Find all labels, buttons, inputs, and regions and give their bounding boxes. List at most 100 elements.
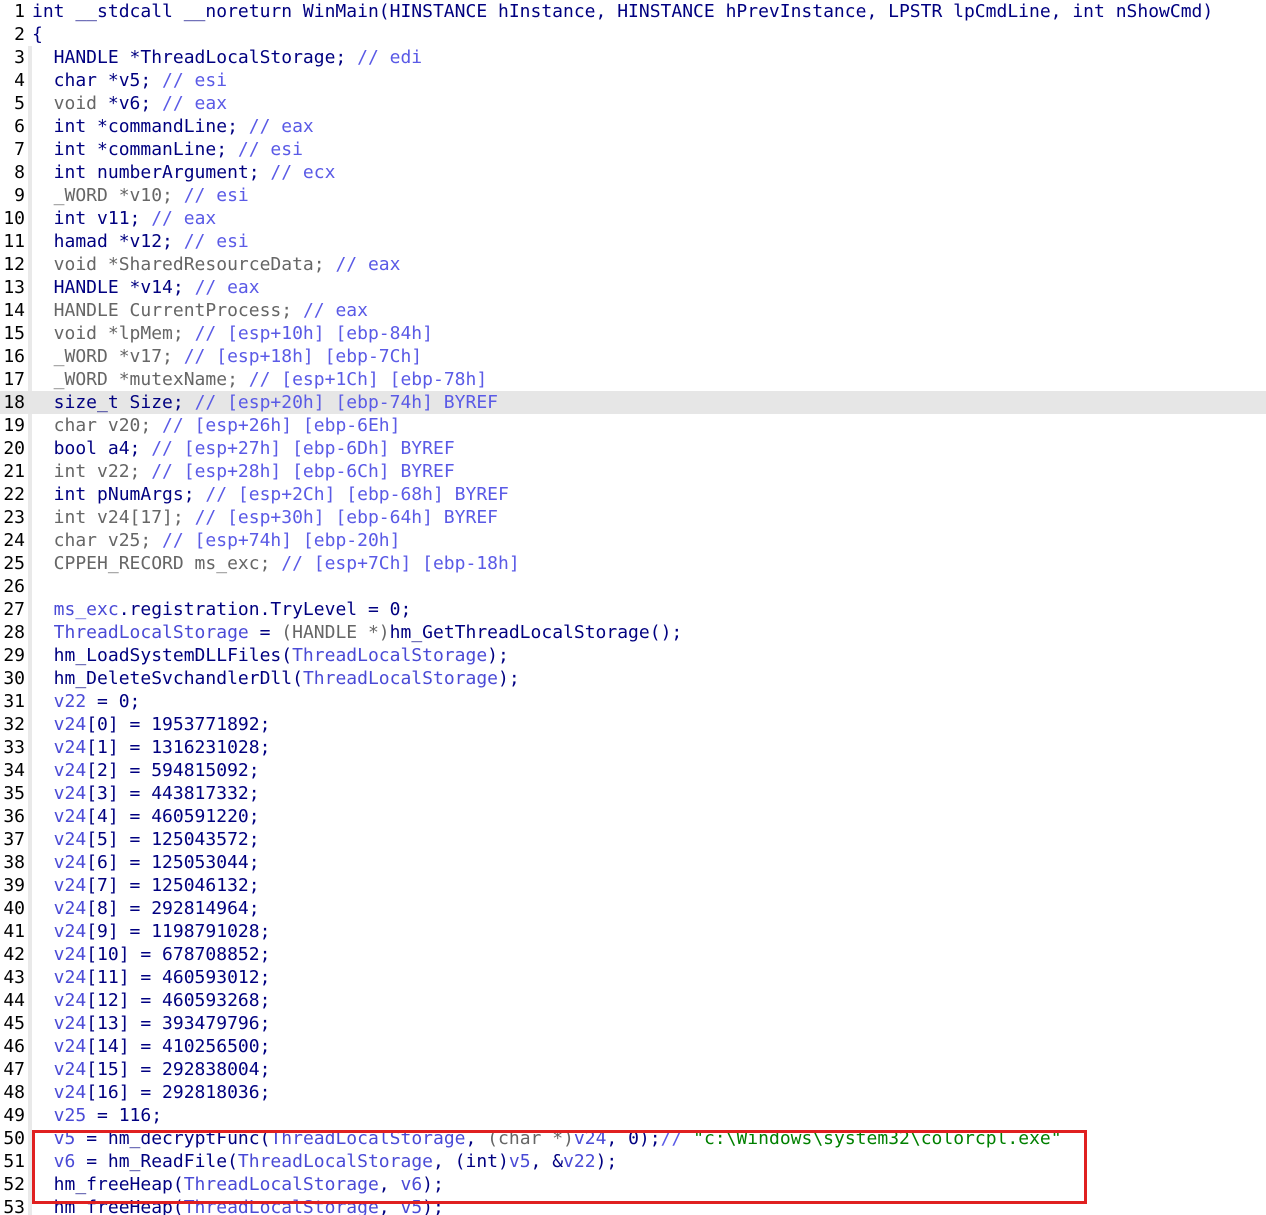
code-token: _WORD *v10;: [32, 185, 184, 206]
code-line[interactable]: 25 CPPEH_RECORD ms_exc; // [esp+7Ch] [eb…: [0, 552, 1266, 575]
code-line[interactable]: 49 v25 = 116;: [0, 1104, 1266, 1127]
code-line[interactable]: 40 v24[8] = 292814964;: [0, 897, 1266, 920]
line-number: 22: [3, 484, 25, 505]
code-text: {: [32, 23, 43, 46]
code-token: HANDLE *v14;: [32, 277, 195, 298]
code-token: v24: [32, 737, 87, 758]
line-number: 8: [14, 162, 25, 183]
code-token: [1] = 1316231028;: [86, 737, 271, 758]
code-line[interactable]: 17 _WORD *mutexName; // [esp+1Ch] [ebp-7…: [0, 368, 1266, 391]
code-line[interactable]: 13 HANDLE *v14; // eax: [0, 276, 1266, 299]
code-line[interactable]: 27 ms_exc.registration.TryLevel = 0;: [0, 598, 1266, 621]
code-line[interactable]: 8 int numberArgument; // ecx: [0, 161, 1266, 184]
code-token: int v11;: [32, 208, 152, 229]
code-token: // [esp+2Ch] [ebp-68h] BYREF: [205, 484, 509, 505]
code-line[interactable]: 12 void *SharedResourceData; // eax: [0, 253, 1266, 276]
code-token: [13] = 393479796;: [86, 1013, 271, 1034]
code-line[interactable]: 14 HANDLE CurrentProcess; // eax: [0, 299, 1266, 322]
line-number: 50: [3, 1128, 25, 1149]
code-token: [7] = 125046132;: [86, 875, 260, 896]
code-line[interactable]: 38 v24[6] = 125053044;: [0, 851, 1266, 874]
code-line[interactable]: 45 v24[13] = 393479796;: [0, 1012, 1266, 1035]
code-token: // eax: [151, 208, 217, 229]
code-token: _WORD *v17;: [32, 346, 184, 367]
line-number: 17: [3, 369, 25, 390]
code-line[interactable]: 20 bool a4; // [esp+27h] [ebp-6Dh] BYREF: [0, 437, 1266, 460]
code-line[interactable]: 18 size_t Size; // [esp+20h] [ebp-74h] B…: [0, 391, 1266, 414]
code-line[interactable]: 52 hm_freeHeap(ThreadLocalStorage, v6);: [0, 1173, 1266, 1196]
code-line[interactable]: 53 hm_freeHeap(ThreadLocalStorage, v5);: [0, 1196, 1266, 1215]
code-line[interactable]: 50 v5 = hm_decryptFunc(ThreadLocalStorag…: [0, 1127, 1266, 1150]
code-line[interactable]: 42 v24[10] = 678708852;: [0, 943, 1266, 966]
code-line[interactable]: 31 v22 = 0;: [0, 690, 1266, 713]
code-token: // [esp+27h] [ebp-6Dh] BYREF: [151, 438, 455, 459]
code-line[interactable]: 19 char v20; // [esp+26h] [ebp-6Eh]: [0, 414, 1266, 437]
code-token: // [esp+30h] [ebp-64h] BYREF: [194, 507, 498, 528]
code-token: v24: [32, 944, 87, 965]
code-line[interactable]: 7 int *commanLine; // esi: [0, 138, 1266, 161]
code-text: v24[15] = 292838004;: [32, 1058, 271, 1081]
code-line[interactable]: 47 v24[15] = 292838004;: [0, 1058, 1266, 1081]
line-number: 4: [14, 70, 25, 91]
code-line[interactable]: 33 v24[1] = 1316231028;: [0, 736, 1266, 759]
code-token: hm_DeleteSvchandlerDll(: [32, 668, 303, 689]
code-line[interactable]: 15 void *lpMem; // [esp+10h] [ebp-84h]: [0, 322, 1266, 345]
code-line[interactable]: 10 int v11; // eax: [0, 207, 1266, 230]
code-line[interactable]: 5 void *v6; // eax: [0, 92, 1266, 115]
line-number: 49: [3, 1105, 25, 1126]
line-number: 44: [3, 990, 25, 1011]
code-text: v24[5] = 125043572;: [32, 828, 260, 851]
code-line[interactable]: 34 v24[2] = 594815092;: [0, 759, 1266, 782]
code-line[interactable]: 2{: [0, 23, 1266, 46]
code-line[interactable]: 43 v24[11] = 460593012;: [0, 966, 1266, 989]
code-line[interactable]: 3 HANDLE *ThreadLocalStorage; // edi: [0, 46, 1266, 69]
code-token: // [esp+1Ch] [ebp-78h]: [248, 369, 488, 390]
code-line[interactable]: 11 hamad *v12; // esi: [0, 230, 1266, 253]
code-line[interactable]: 1 int __stdcall __noreturn WinMain(HINSTA…: [0, 0, 1266, 23]
line-number: 7: [14, 139, 25, 160]
code-line[interactable]: 21 int v22; // [esp+28h] [ebp-6Ch] BYREF: [0, 460, 1266, 483]
code-token: int v24[17];: [32, 507, 195, 528]
code-token: // esi: [162, 70, 228, 91]
code-line[interactable]: 46 v24[14] = 410256500;: [0, 1035, 1266, 1058]
line-number: 39: [3, 875, 25, 896]
code-line[interactable]: 4 char *v5; // esi: [0, 69, 1266, 92]
line-number: 15: [3, 323, 25, 344]
code-line[interactable]: 6 int *commandLine; // eax: [0, 115, 1266, 138]
code-line[interactable]: 30 hm_DeleteSvchandlerDll(ThreadLocalSto…: [0, 667, 1266, 690]
code-token: v5: [32, 1128, 76, 1149]
code-line[interactable]: 37 v24[5] = 125043572;: [0, 828, 1266, 851]
code-line[interactable]: 24 char v25; // [esp+74h] [ebp-20h]: [0, 529, 1266, 552]
line-number: 21: [3, 461, 25, 482]
code-line[interactable]: 28 ThreadLocalStorage = (HANDLE *)hm_Get…: [0, 621, 1266, 644]
code-line[interactable]: 9 _WORD *v10; // esi: [0, 184, 1266, 207]
code-line[interactable]: 29 hm_LoadSystemDLLFiles(ThreadLocalStor…: [0, 644, 1266, 667]
code-line[interactable]: 48 v24[16] = 292818036;: [0, 1081, 1266, 1104]
code-line[interactable]: 32 v24[0] = 1953771892;: [0, 713, 1266, 736]
code-line[interactable]: 39 v24[7] = 125046132;: [0, 874, 1266, 897]
code-token: ThreadLocalStorage: [292, 645, 488, 666]
code-line[interactable]: 16 _WORD *v17; // [esp+18h] [ebp-7Ch]: [0, 345, 1266, 368]
code-line[interactable]: 44 v24[12] = 460593268;: [0, 989, 1266, 1012]
code-token: v24: [32, 921, 87, 942]
code-text: v24[9] = 1198791028;: [32, 920, 271, 943]
code-line[interactable]: 26: [0, 575, 1266, 598]
code-line[interactable]: 35 v24[3] = 443817332;: [0, 782, 1266, 805]
code-line[interactable]: 36 v24[4] = 460591220;: [0, 805, 1266, 828]
code-text: hm_DeleteSvchandlerDll(ThreadLocalStorag…: [32, 667, 520, 690]
pseudocode-view[interactable]: 1 int __stdcall __noreturn WinMain(HINSTA…: [0, 0, 1266, 1215]
code-token: v5: [400, 1197, 423, 1215]
code-line[interactable]: 41 v24[9] = 1198791028;: [0, 920, 1266, 943]
code-token: void: [32, 93, 108, 114]
code-token: // eax: [194, 277, 260, 298]
code-token: v6: [32, 1151, 76, 1172]
line-number: 29: [3, 645, 25, 666]
code-line[interactable]: 23 int v24[17]; // [esp+30h] [ebp-64h] B…: [0, 506, 1266, 529]
code-token: v22: [563, 1151, 596, 1172]
line-number: 30: [3, 668, 25, 689]
code-token: v24: [573, 1128, 607, 1149]
code-line[interactable]: 22 int pNumArgs; // [esp+2Ch] [ebp-68h] …: [0, 483, 1266, 506]
code-text: int v24[17]; // [esp+30h] [ebp-64h] BYRE…: [32, 506, 498, 529]
code-token: [10] = 678708852;: [86, 944, 271, 965]
code-line[interactable]: 51 v6 = hm_ReadFile(ThreadLocalStorage, …: [0, 1150, 1266, 1173]
